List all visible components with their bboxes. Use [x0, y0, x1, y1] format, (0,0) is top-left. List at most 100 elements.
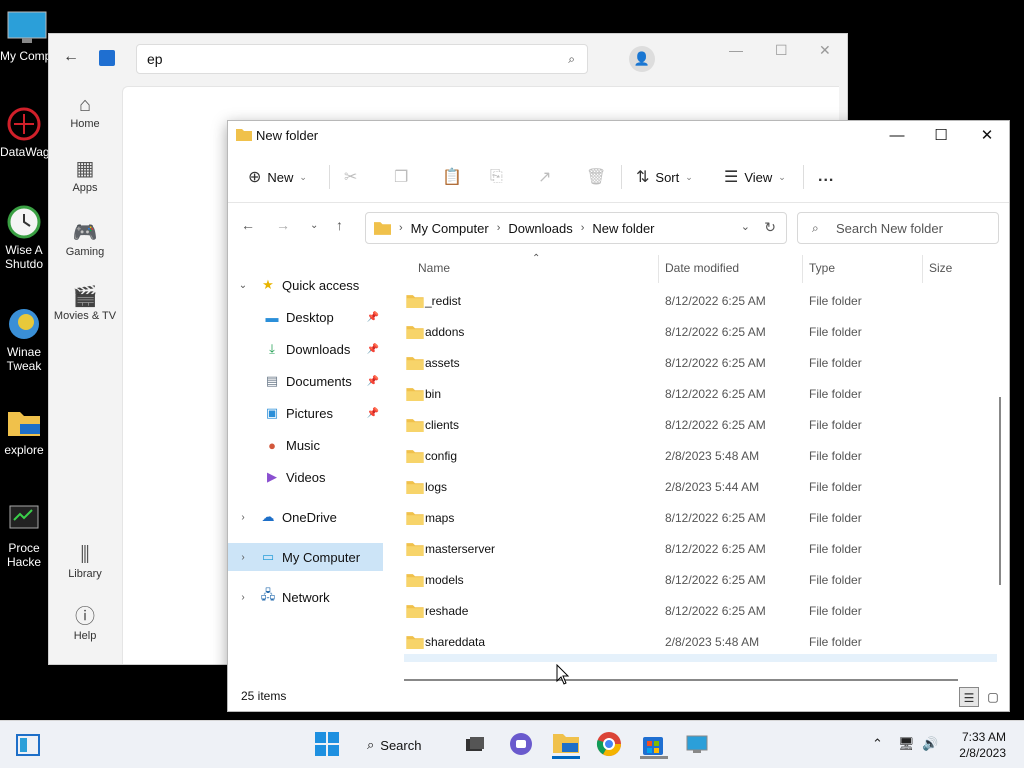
recent-locations-chevron-icon[interactable]: ⌄ — [310, 220, 318, 231]
nav-item-pictures[interactable]: ▣ Pictures 📌 — [228, 399, 383, 427]
nav-item-documents[interactable]: ▤ Documents 📌 — [228, 367, 383, 395]
desktop-icon-wise[interactable]: Wise A Shutdo — [0, 204, 48, 271]
file-row[interactable]: logs 2/8/2023 5:44 AM File folder — [404, 472, 997, 503]
cut-button[interactable]: ✂ — [344, 165, 357, 189]
copy-button[interactable]: ❐ — [394, 165, 408, 189]
network-status-icon[interactable]: 🖥 — [898, 736, 915, 752]
rail-item-help[interactable]: ⓘ Help — [49, 604, 121, 642]
file-row-partial[interactable] — [404, 654, 997, 662]
view-button[interactable]: ☰ View ⌄ — [724, 165, 786, 189]
column-divider[interactable] — [802, 255, 803, 283]
start-icon[interactable] — [314, 731, 342, 759]
nav-item-videos[interactable]: ▶ Videos — [228, 463, 383, 491]
clock-icon — [6, 204, 42, 240]
column-header-size[interactable]: Size — [929, 261, 952, 275]
file-row[interactable]: addons 8/12/2022 6:25 AM File folder — [404, 317, 997, 348]
chevron-right-icon[interactable]: › — [236, 512, 250, 523]
nav-item-desktop[interactable]: ▬ Desktop 📌 — [228, 303, 383, 331]
store-logo-icon — [99, 50, 115, 66]
user-avatar-icon[interactable]: 👤 — [629, 46, 655, 72]
column-divider[interactable] — [658, 255, 659, 283]
desktop-icon-explorer[interactable]: explore — [0, 404, 48, 457]
store-taskbar-icon[interactable] — [640, 731, 668, 759]
rename-button[interactable]: ⎘ — [490, 165, 503, 189]
file-row[interactable]: models 8/12/2022 6:25 AM File folder — [404, 565, 997, 596]
close-icon[interactable]: ✕ — [964, 124, 1010, 148]
rail-item-apps[interactable]: ▦ Apps — [49, 156, 121, 194]
breadcrumb-my-computer[interactable]: My Computer — [411, 221, 489, 236]
control-panel-icon[interactable] — [684, 731, 712, 759]
chrome-icon[interactable] — [596, 731, 624, 759]
horizontal-scrollbar[interactable] — [404, 679, 958, 681]
details-view-icon[interactable]: ☰ — [959, 687, 979, 707]
more-options-button[interactable]: ... — [818, 165, 834, 189]
desktop-icon-my-computer[interactable]: My Comp — [0, 10, 48, 63]
close-icon[interactable]: ✕ — [819, 42, 831, 59]
file-explorer-taskbar-icon[interactable] — [552, 731, 580, 759]
file-row[interactable]: bin 8/12/2022 6:25 AM File folder — [404, 379, 997, 410]
nav-my-computer[interactable]: › ▭ My Computer — [228, 543, 383, 571]
store-search-input[interactable]: ep ⌕ — [136, 44, 588, 74]
rail-item-library[interactable]: ⫼ Library — [49, 542, 121, 580]
delete-button[interactable]: 🗑 — [586, 165, 606, 189]
minimize-icon[interactable]: — — [874, 124, 920, 148]
search-icon[interactable]: ⌕ — [568, 52, 575, 67]
volume-icon[interactable]: 🔊 — [922, 736, 938, 752]
share-button[interactable]: ↗ — [538, 165, 551, 189]
pin-icon[interactable]: 📌 — [367, 344, 379, 355]
nav-item-music[interactable]: ● Music — [228, 431, 383, 459]
rail-item-gaming[interactable]: 🎮 Gaming — [49, 220, 121, 258]
address-bar[interactable]: › My Computer › Downloads › New folder ⌄… — [365, 212, 787, 244]
taskbar-search-button[interactable]: ⌕ Search — [367, 733, 421, 757]
back-arrow-icon[interactable]: ← — [63, 48, 79, 66]
breadcrumb-downloads[interactable]: Downloads — [508, 221, 572, 236]
rail-item-movies[interactable]: 🎬 Movies & TV — [49, 284, 121, 322]
maximize-icon[interactable]: ☐ — [918, 124, 964, 148]
paste-button[interactable]: 📋 — [442, 165, 462, 189]
sort-button[interactable]: ⇅ Sort ⌄ — [636, 165, 693, 189]
file-row[interactable]: clients 8/12/2022 6:25 AM File folder — [404, 410, 997, 441]
nav-network[interactable]: › 🖧 Network — [228, 583, 383, 611]
chevron-up-icon[interactable]: ⌃ — [872, 736, 883, 752]
pin-icon[interactable]: 📌 — [367, 408, 379, 419]
chat-icon[interactable] — [508, 731, 536, 759]
desktop-icon-process-hacker[interactable]: Proce Hacke — [0, 502, 48, 569]
column-header-type[interactable]: Type — [809, 261, 835, 275]
maximize-icon[interactable]: ☐ — [775, 42, 788, 59]
file-row[interactable]: masterserver 8/12/2022 6:25 AM File folder — [404, 534, 997, 565]
up-arrow-icon[interactable]: ↑ — [336, 217, 343, 233]
desktop-icon-datawag[interactable]: DataWag — [0, 106, 48, 159]
breadcrumb-new-folder[interactable]: New folder — [592, 221, 654, 236]
refresh-icon[interactable]: ↻ — [764, 219, 776, 236]
column-header-name[interactable]: Name — [418, 261, 450, 275]
forward-arrow-icon[interactable]: → — [276, 217, 290, 233]
divider — [621, 165, 622, 189]
task-view-icon[interactable] — [464, 735, 492, 763]
column-divider[interactable] — [922, 255, 923, 283]
address-dropdown-icon[interactable]: ⌄ — [741, 220, 750, 233]
rail-item-home[interactable]: ⌂ Home — [49, 92, 121, 130]
tiles-view-icon[interactable]: ▢ — [983, 687, 1003, 707]
search-box[interactable]: ⌕ Search New folder — [797, 212, 999, 244]
nav-quick-access[interactable]: ⌄ ★ Quick access — [228, 271, 383, 299]
nav-onedrive[interactable]: › ☁ OneDrive — [228, 503, 383, 531]
file-row[interactable]: maps 8/12/2022 6:25 AM File folder — [404, 503, 997, 534]
system-clock[interactable]: 7:33 AM 2/8/2023 — [959, 729, 1006, 761]
back-arrow-icon[interactable]: ← — [241, 217, 255, 233]
chevron-right-icon[interactable]: › — [236, 592, 250, 603]
file-row[interactable]: _redist 8/12/2022 6:25 AM File folder — [404, 286, 997, 317]
minimize-icon[interactable]: — — [729, 42, 743, 58]
column-header-date[interactable]: Date modified — [665, 261, 739, 275]
vertical-scrollbar[interactable] — [999, 397, 1001, 585]
file-row[interactable]: assets 8/12/2022 6:25 AM File folder — [404, 348, 997, 379]
widgets-icon[interactable] — [14, 731, 42, 759]
desktop-icon-winaero[interactable]: Winae Tweak — [0, 306, 48, 373]
pin-icon[interactable]: 📌 — [367, 376, 379, 387]
file-row[interactable]: reshade 8/12/2022 6:25 AM File folder — [404, 596, 997, 627]
new-button[interactable]: ⊕ New ⌄ — [248, 165, 307, 189]
chevron-down-icon[interactable]: ⌄ — [236, 280, 250, 291]
file-row[interactable]: config 2/8/2023 5:48 AM File folder — [404, 441, 997, 472]
chevron-right-icon[interactable]: › — [236, 552, 250, 563]
nav-item-downloads[interactable]: ⤓ Downloads 📌 — [228, 335, 383, 363]
pin-icon[interactable]: 📌 — [367, 312, 379, 323]
